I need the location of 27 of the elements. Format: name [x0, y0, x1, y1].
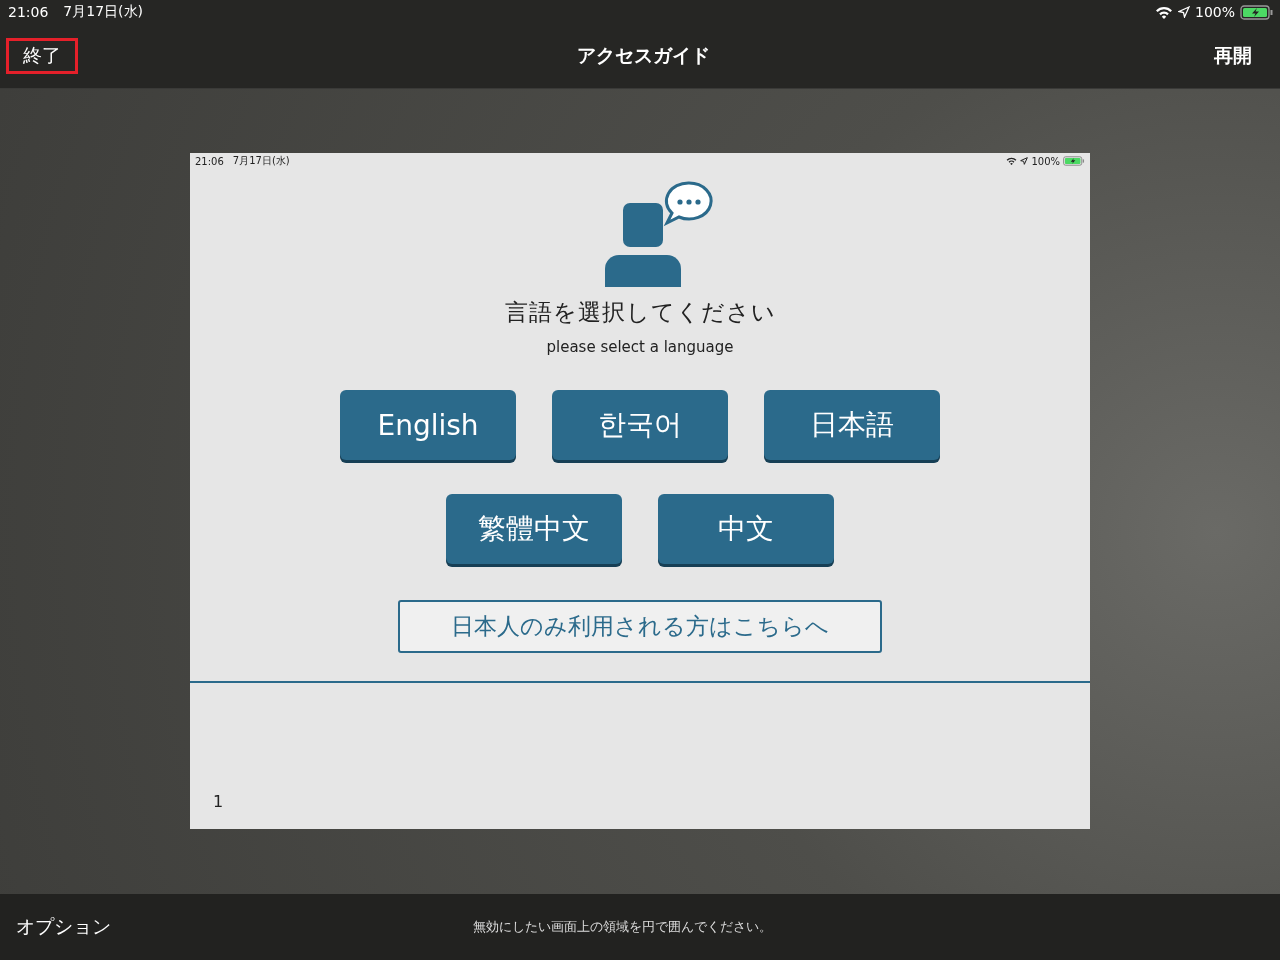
person-speech-bubble-icon [605, 181, 715, 287]
subheading: please select a language [546, 338, 734, 356]
japanese-only-button[interactable]: 日本人のみ利用される方はこちらへ [398, 600, 882, 653]
battery-charging-icon [1240, 4, 1274, 20]
battery-charging-icon [1063, 156, 1085, 166]
status-time: 21:06 [195, 155, 224, 167]
language-button[interactable]: 中文 [658, 494, 834, 564]
language-button[interactable]: 日本語 [764, 390, 940, 460]
language-button[interactable]: 한국어 [552, 390, 728, 460]
wifi-icon [1006, 157, 1018, 165]
nav-title: アクセスガイド [576, 43, 710, 68]
battery-percent: 100% [1031, 155, 1060, 167]
language-button[interactable]: 繁體中文 [446, 494, 622, 564]
options-button[interactable]: オプション [16, 914, 111, 940]
location-icon [1177, 6, 1190, 18]
battery-percent: 100% [1194, 4, 1235, 20]
status-time: 21:06 [8, 4, 49, 20]
wifi-icon [1154, 5, 1173, 19]
page-number: 1 [213, 792, 224, 811]
resume-button[interactable]: 再開 [1208, 42, 1258, 70]
status-date: 7月17日(水) [63, 3, 143, 21]
heading: 言語を選択してください [504, 298, 776, 327]
status-date: 7月17日(水) [232, 154, 290, 168]
hint-text: 無効にしたい画面上の領域を円で囲んでください。 [473, 918, 772, 936]
language-button[interactable]: English [340, 390, 516, 460]
location-icon [1020, 157, 1029, 165]
end-button[interactable]: 終了 [6, 38, 78, 74]
